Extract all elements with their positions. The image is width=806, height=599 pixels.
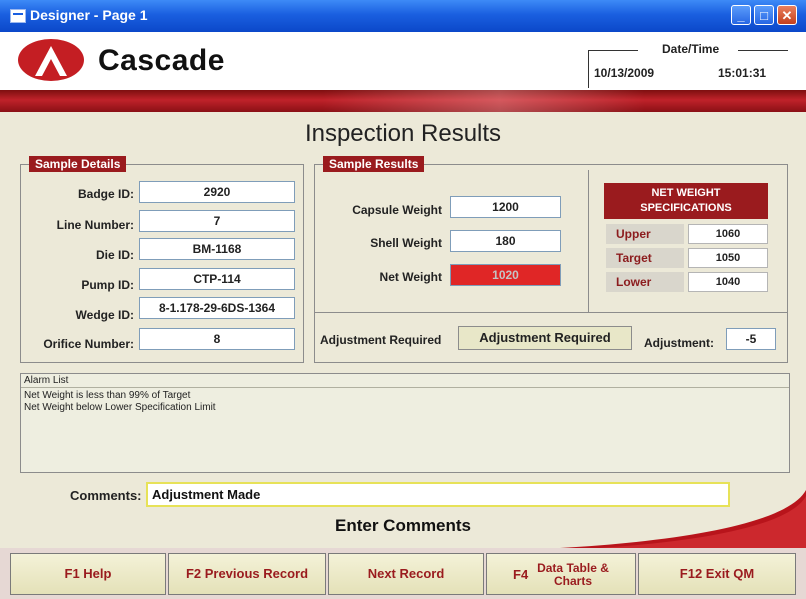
header-divider — [0, 90, 806, 112]
adjustment-required-label: Adjustment Required — [320, 333, 442, 347]
close-button[interactable]: ✕ — [777, 5, 797, 25]
comments-input[interactable] — [146, 482, 730, 507]
net-weight-specifications-header: NET WEIGHT SPECIFICATIONS — [604, 183, 768, 219]
results-divider-horizontal — [314, 312, 788, 313]
datetime-label: Date/Time — [662, 42, 720, 56]
spec-upper-value: 1060 — [688, 224, 768, 244]
f2-previous-record-button[interactable]: F2 Previous Record — [168, 553, 326, 595]
capsule-weight-label: Capsule Weight — [352, 203, 442, 217]
time-value: 15:01:31 — [718, 66, 767, 80]
die-id-field[interactable]: BM-1168 — [139, 238, 295, 260]
sample-details-title: Sample Details — [29, 156, 127, 172]
alarm-item: Net Weight below Lower Specification Lim… — [24, 402, 216, 413]
alarm-list-title: Alarm List — [24, 375, 69, 386]
function-key-bar: F1 Help F2 Previous Record Next Record F… — [0, 548, 806, 599]
minimize-button[interactable]: _ — [731, 5, 751, 25]
title-bar[interactable]: Designer - Page 1 _ □ ✕ — [0, 0, 806, 32]
badge-id-label: Badge ID: — [77, 187, 134, 201]
orifice-number-field[interactable]: 8 — [139, 328, 295, 350]
spec-target-value: 1050 — [688, 248, 768, 268]
results-divider-vertical — [588, 170, 589, 312]
adjustment-field[interactable]: -5 — [726, 328, 776, 350]
wedge-id-field[interactable]: 8-1.178-29-6DS-1364 — [139, 297, 295, 319]
page-title: Inspection Results — [304, 120, 502, 147]
badge-id-field[interactable]: 2920 — [139, 181, 295, 203]
shell-weight-field[interactable]: 180 — [450, 230, 561, 252]
enter-comments-hint: Enter Comments — [334, 516, 472, 535]
header: Cascade Date/Time 10/13/2009 15:01:31 — [0, 32, 806, 90]
datetime-box: Date/Time 10/13/2009 15:01:31 — [588, 42, 788, 88]
capsule-weight-field[interactable]: 1200 — [450, 196, 561, 218]
alarm-item: Net Weight is less than 99% of Target — [24, 390, 191, 401]
orifice-number-label: Orifice Number: — [43, 337, 134, 351]
pump-id-field[interactable]: CTP-114 — [139, 268, 295, 290]
f4-data-table-charts-button[interactable]: F4 Data Table & Charts — [486, 553, 636, 595]
adjustment-label: Adjustment: — [644, 336, 714, 350]
f12-exit-button[interactable]: F12 Exit QM — [638, 553, 796, 595]
die-id-label: Die ID: — [95, 248, 134, 262]
net-weight-label: Net Weight — [379, 270, 442, 284]
window-icon — [10, 9, 26, 23]
specs-title-line2: SPECIFICATIONS — [640, 202, 732, 214]
comments-label: Comments: — [70, 488, 142, 503]
specs-title-line1: NET WEIGHT — [651, 187, 721, 199]
line-number-label: Line Number: — [56, 218, 134, 232]
spec-target-label: Target — [606, 248, 684, 268]
adjustment-required-indicator: Adjustment Required — [458, 326, 632, 350]
alarm-list[interactable]: Alarm List Net Weight is less than 99% o… — [20, 373, 790, 473]
application-window: Designer - Page 1 _ □ ✕ Cascade Date/Tim… — [0, 0, 806, 599]
f4-button-label: Data Table & Charts — [537, 561, 609, 588]
next-record-button[interactable]: Next Record — [328, 553, 484, 595]
f4-key-label: F4 — [513, 567, 529, 582]
spec-upper-label: Upper — [606, 224, 684, 244]
date-value: 10/13/2009 — [594, 66, 655, 80]
sample-results-title: Sample Results — [323, 156, 425, 172]
wedge-id-label: Wedge ID: — [75, 308, 134, 322]
brand-name: Cascade — [98, 44, 225, 77]
f1-help-button[interactable]: F1 Help — [10, 553, 166, 595]
line-number-field[interactable]: 7 — [139, 210, 295, 232]
window-title: Designer - Page 1 — [30, 7, 148, 23]
shell-weight-label: Shell Weight — [370, 236, 442, 250]
net-weight-field: 1020 — [450, 264, 561, 286]
pump-id-label: Pump ID: — [81, 278, 134, 292]
spec-lower-value: 1040 — [688, 272, 768, 292]
cascade-logo-icon — [18, 39, 84, 81]
spec-lower-label: Lower — [606, 272, 684, 292]
maximize-button[interactable]: □ — [754, 5, 774, 25]
